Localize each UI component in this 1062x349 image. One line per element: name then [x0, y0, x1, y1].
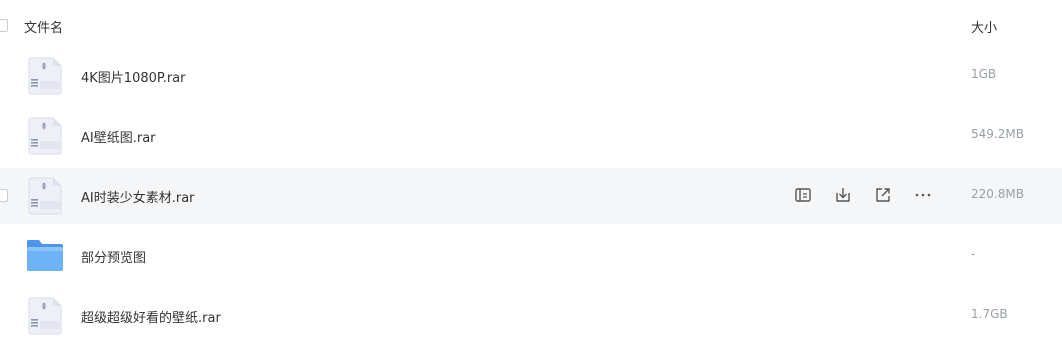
file-row[interactable]: 4K图片1080P.rar 1GB: [0, 48, 1062, 104]
file-size: 1GB: [971, 67, 997, 81]
download-icon[interactable]: [833, 185, 853, 205]
file-name[interactable]: AI时装少女素材.rar: [81, 187, 195, 206]
row-checkbox[interactable]: [0, 189, 8, 202]
list-header: 文件名 大小: [0, 0, 1062, 50]
archive-file-icon: [28, 177, 62, 215]
file-list: 文件名 大小 4K图片1080P.rar 1GB AI壁纸图.rar 549.2…: [0, 0, 1062, 349]
column-header-name[interactable]: 文件名: [24, 17, 63, 36]
file-size: -: [971, 247, 976, 261]
archive-file-icon: [28, 297, 62, 335]
more-icon[interactable]: [913, 185, 933, 205]
file-size: 220.8MB: [971, 187, 1024, 201]
select-all-checkbox[interactable]: [0, 19, 8, 32]
file-row[interactable]: 部分预览图 -: [0, 228, 1062, 284]
archive-file-icon: [28, 57, 62, 95]
file-size: 1.7GB: [971, 307, 1008, 321]
folder-icon: [27, 240, 63, 271]
file-name[interactable]: AI壁纸图.rar: [81, 127, 156, 146]
column-header-size[interactable]: 大小: [971, 17, 997, 36]
file-name[interactable]: 部分预览图: [81, 247, 146, 266]
copy-icon[interactable]: [793, 185, 813, 205]
share-icon[interactable]: [873, 185, 893, 205]
file-name[interactable]: 4K图片1080P.rar: [81, 67, 185, 86]
file-row[interactable]: AI壁纸图.rar 549.2MB: [0, 108, 1062, 164]
archive-file-icon: [28, 117, 62, 155]
file-size: 549.2MB: [971, 127, 1024, 141]
file-name[interactable]: 超级超级好看的壁纸.rar: [81, 307, 221, 326]
file-row[interactable]: AI时装少女素材.rar 220.8MB: [0, 168, 1062, 224]
file-row[interactable]: 超级超级好看的壁纸.rar 1.7GB: [0, 288, 1062, 344]
